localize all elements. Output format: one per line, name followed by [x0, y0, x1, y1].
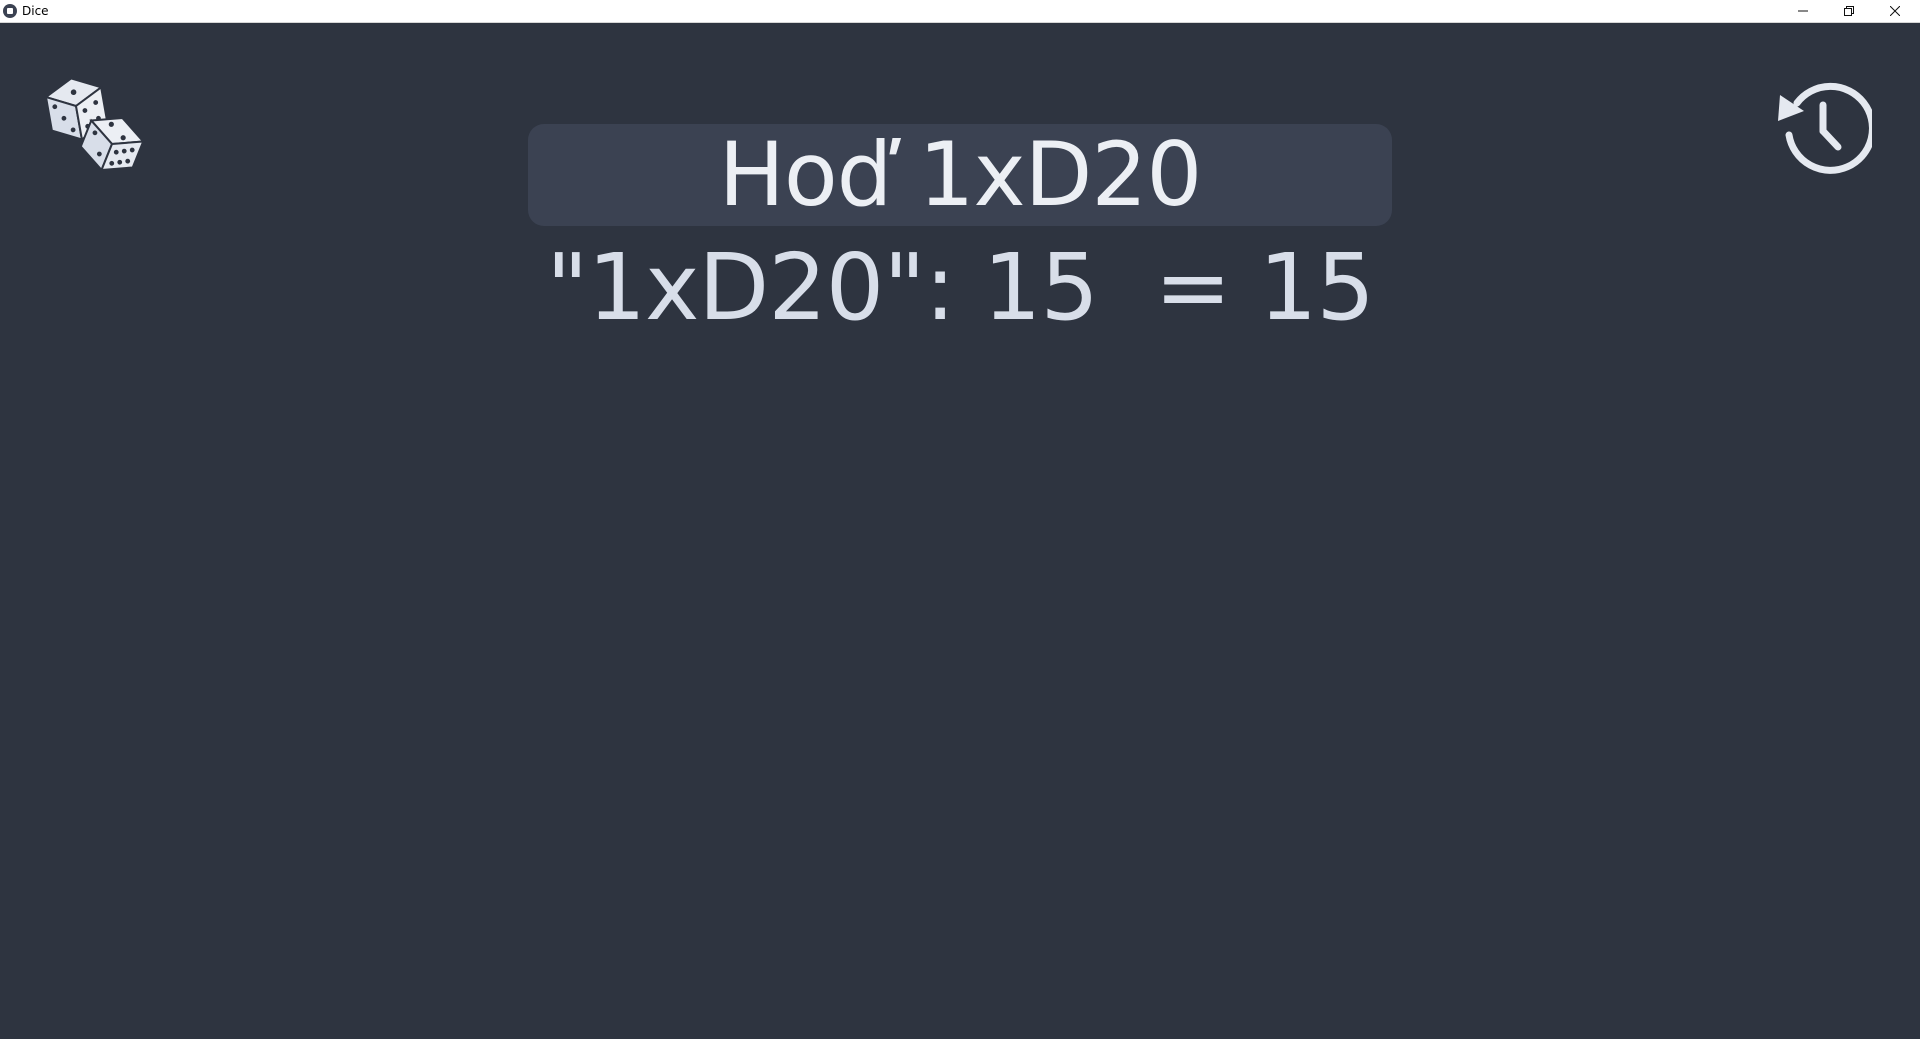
roll-title-panel: Hoď 1xD20	[528, 124, 1392, 226]
minimize-icon	[1798, 10, 1808, 12]
window-titlebar: Dice	[0, 0, 1920, 23]
app-icon	[3, 4, 17, 18]
history-button[interactable]	[1770, 75, 1876, 177]
dice-icon	[43, 77, 146, 172]
roll-title: Hoď 1xD20	[718, 123, 1203, 226]
roll-result: "1xD20": 15 = 15	[546, 234, 1375, 341]
roll-dice-button[interactable]	[40, 68, 150, 178]
minimize-button[interactable]	[1780, 0, 1826, 22]
history-icon	[1778, 82, 1876, 174]
maximize-button[interactable]	[1826, 0, 1872, 22]
app-content: Hoď 1xD20 "1xD20": 15 = 15	[0, 23, 1920, 1039]
close-button[interactable]	[1872, 0, 1918, 22]
window-title: Dice	[22, 4, 49, 18]
close-icon	[1890, 6, 1900, 16]
restore-icon	[1844, 6, 1854, 16]
